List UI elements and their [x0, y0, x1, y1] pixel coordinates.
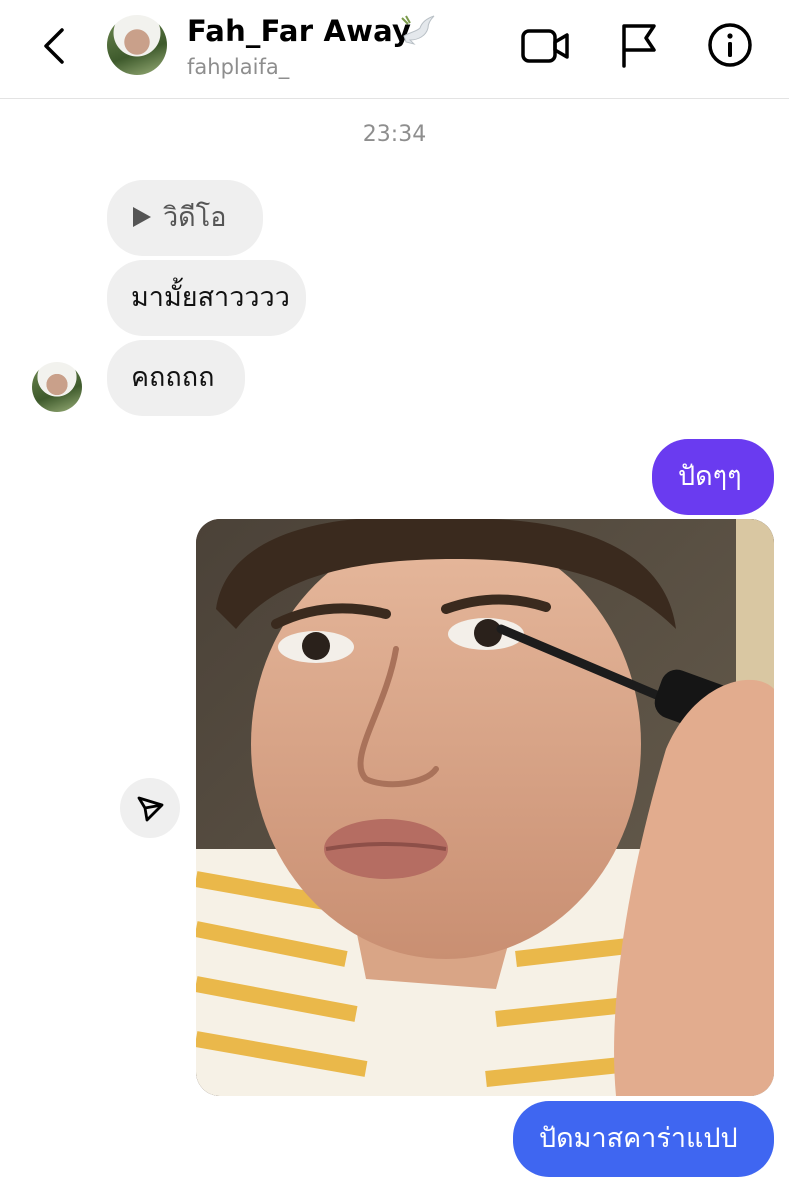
incoming-message-bubble[interactable]: มามั้ยสาวววว — [107, 260, 306, 336]
play-icon — [133, 206, 151, 227]
outgoing-message-bubble[interactable]: ปัดมาสคาร่าแปป — [513, 1101, 774, 1177]
message-text: คถถถถ — [131, 362, 215, 393]
info-icon[interactable] — [707, 22, 753, 68]
message-text: มามั้ยสาวววว — [131, 282, 290, 313]
contact-username[interactable]: fahplaifa_ — [187, 55, 289, 79]
message-text: ปัดมาสคาร่าแปป — [539, 1123, 738, 1154]
message-timestamp: 23:34 — [362, 122, 427, 147]
paper-plane-icon — [137, 796, 164, 822]
video-label: วิดีโอ — [163, 202, 227, 233]
video-call-icon[interactable] — [520, 26, 570, 66]
forward-message-button[interactable] — [120, 778, 180, 838]
selfie-photo — [196, 519, 774, 1096]
contact-name[interactable]: Fah_Far Away — [187, 14, 411, 48]
sender-avatar[interactable] — [32, 362, 82, 412]
chat-header: Fah_Far Away fahplaifa_ — [0, 0, 789, 99]
avatar[interactable] — [107, 15, 167, 75]
photo-message[interactable] — [196, 519, 774, 1096]
dove-icon — [401, 15, 435, 45]
message-text: ปัดๆๆ — [678, 461, 742, 492]
flag-icon[interactable] — [618, 22, 660, 68]
incoming-message-bubble[interactable]: คถถถถ — [107, 340, 245, 416]
video-message-bubble[interactable]: วิดีโอ — [107, 180, 263, 256]
outgoing-message-bubble[interactable]: ปัดๆๆ — [652, 439, 774, 515]
back-arrow-icon[interactable] — [36, 24, 76, 68]
